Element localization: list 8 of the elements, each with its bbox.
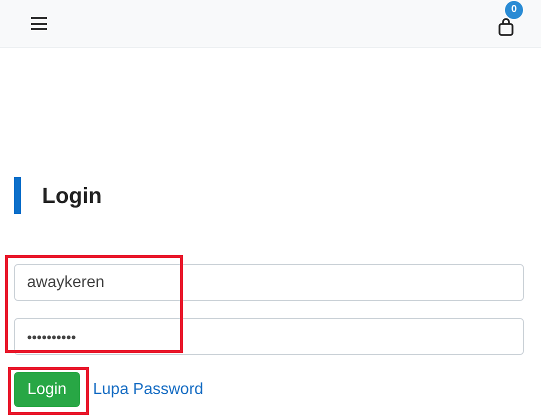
username-field[interactable]: awaykeren <box>14 264 524 301</box>
cart-count-badge: 0 <box>505 0 523 18</box>
menu-icon[interactable] <box>31 17 47 30</box>
page-title: Login <box>42 182 102 210</box>
title-accent-bar <box>14 177 21 214</box>
shopping-bag-icon[interactable] <box>498 18 514 36</box>
password-field[interactable]: •••••••••• <box>14 318 524 355</box>
forgot-password-link[interactable]: Lupa Password <box>93 378 204 402</box>
